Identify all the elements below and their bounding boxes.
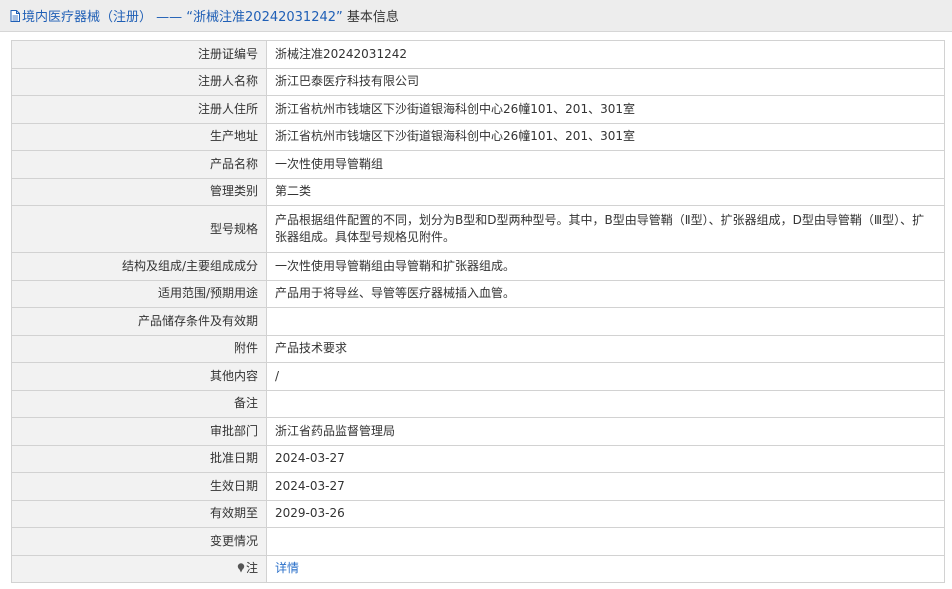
row-value: 一次性使用导管鞘组 [266, 150, 945, 179]
row-value: 2024-03-27 [266, 472, 945, 501]
table-row: 适用范围/预期用途 产品用于将导丝、导管等医疗器械插入血管。 [11, 279, 945, 308]
row-value: 第二类 [266, 177, 945, 206]
row-label: 审批部门 [11, 417, 267, 446]
table-row: 生产地址 浙江省杭州市钱塘区下沙街道银海科创中心26幢101、201、301室 [11, 122, 945, 151]
table-row: 产品名称 一次性使用导管鞘组 [11, 150, 945, 179]
detail-link[interactable]: 详情 [275, 561, 299, 575]
row-value: 浙械注准20242031242 [266, 40, 945, 69]
note-label: 注 [245, 561, 258, 576]
table-row: 其他内容 / [11, 362, 945, 391]
table-row: 产品储存条件及有效期 [11, 307, 945, 336]
table-row: 生效日期 2024-03-27 [11, 472, 945, 501]
row-label: 其他内容 [11, 362, 267, 391]
row-value [266, 307, 945, 336]
row-value: 2029-03-26 [266, 499, 945, 528]
header-category: 境内医疗器械（注册） [22, 10, 153, 25]
row-value: 一次性使用导管鞘组由导管鞘和扩张器组成。 [266, 252, 945, 281]
table-row: 注册人名称 浙江巴泰医疗科技有限公司 [11, 67, 945, 96]
row-value: / [266, 362, 945, 391]
table-row: 注册证编号 浙械注准20242031242 [11, 40, 945, 69]
row-label: 型号规格 [11, 205, 267, 253]
table-row: 变更情况 [11, 527, 945, 556]
note-value-cell: 详情 [266, 554, 945, 583]
table-row: 型号规格 产品根据组件配置的不同，划分为B型和D型两种型号。其中，B型由导管鞘（… [11, 205, 945, 253]
row-label: 注册人名称 [11, 67, 267, 96]
row-value: 浙江省药品监督管理局 [266, 417, 945, 446]
table-row: 注册人住所 浙江省杭州市钱塘区下沙街道银海科创中心26幢101、201、301室 [11, 95, 945, 124]
table-row: 管理类别 第二类 [11, 177, 945, 206]
info-table: 注册证编号 浙械注准20242031242 注册人名称 浙江巴泰医疗科技有限公司… [11, 40, 945, 583]
row-label: 备注 [11, 389, 267, 418]
row-label: 附件 [11, 334, 267, 363]
table-row: 有效期至 2029-03-26 [11, 499, 945, 528]
row-label: 有效期至 [11, 499, 267, 528]
header-record-title: “浙械注准20242031242” [186, 10, 343, 25]
row-value [266, 527, 945, 556]
row-value: 产品用于将导丝、导管等医疗器械插入血管。 [266, 279, 945, 308]
row-label: 管理类别 [11, 177, 267, 206]
row-label: 注册人住所 [11, 95, 267, 124]
header-suffix: 基本信息 [346, 10, 399, 25]
table-row: 批准日期 2024-03-27 [11, 444, 945, 473]
row-label: 产品名称 [11, 150, 267, 179]
table-row: 备注 [11, 389, 945, 418]
page-header: 境内医疗器械（注册） —— “浙械注准20242031242” 基本信息 [0, 0, 952, 32]
row-value: 产品根据组件配置的不同，划分为B型和D型两种型号。其中，B型由导管鞘（Ⅱ型）、扩… [266, 205, 945, 253]
pin-icon [237, 561, 245, 573]
row-value: 浙江省杭州市钱塘区下沙街道银海科创中心26幢101、201、301室 [266, 122, 945, 151]
document-icon [10, 9, 20, 22]
row-label: 适用范围/预期用途 [11, 279, 267, 308]
table-row: 审批部门 浙江省药品监督管理局 [11, 417, 945, 446]
row-label: 生效日期 [11, 472, 267, 501]
row-value [266, 389, 945, 418]
table-row: 附件 产品技术要求 [11, 334, 945, 363]
row-label: 变更情况 [11, 527, 267, 556]
row-value: 产品技术要求 [266, 334, 945, 363]
note-row: 注 详情 [11, 554, 945, 583]
table-row: 结构及组成/主要组成成分 一次性使用导管鞘组由导管鞘和扩张器组成。 [11, 252, 945, 281]
row-label: 生产地址 [11, 122, 267, 151]
row-value: 2024-03-27 [266, 444, 945, 473]
row-label: 结构及组成/主要组成成分 [11, 252, 267, 281]
row-label: 批准日期 [11, 444, 267, 473]
row-value: 浙江省杭州市钱塘区下沙街道银海科创中心26幢101、201、301室 [266, 95, 945, 124]
row-value: 浙江巴泰医疗科技有限公司 [266, 67, 945, 96]
row-label: 产品储存条件及有效期 [11, 307, 267, 336]
page-title: 境内医疗器械（注册） —— “浙械注准20242031242” 基本信息 [22, 6, 399, 25]
header-separator: —— [156, 10, 183, 25]
row-label: 注册证编号 [11, 40, 267, 69]
note-label-cell: 注 [11, 554, 267, 583]
